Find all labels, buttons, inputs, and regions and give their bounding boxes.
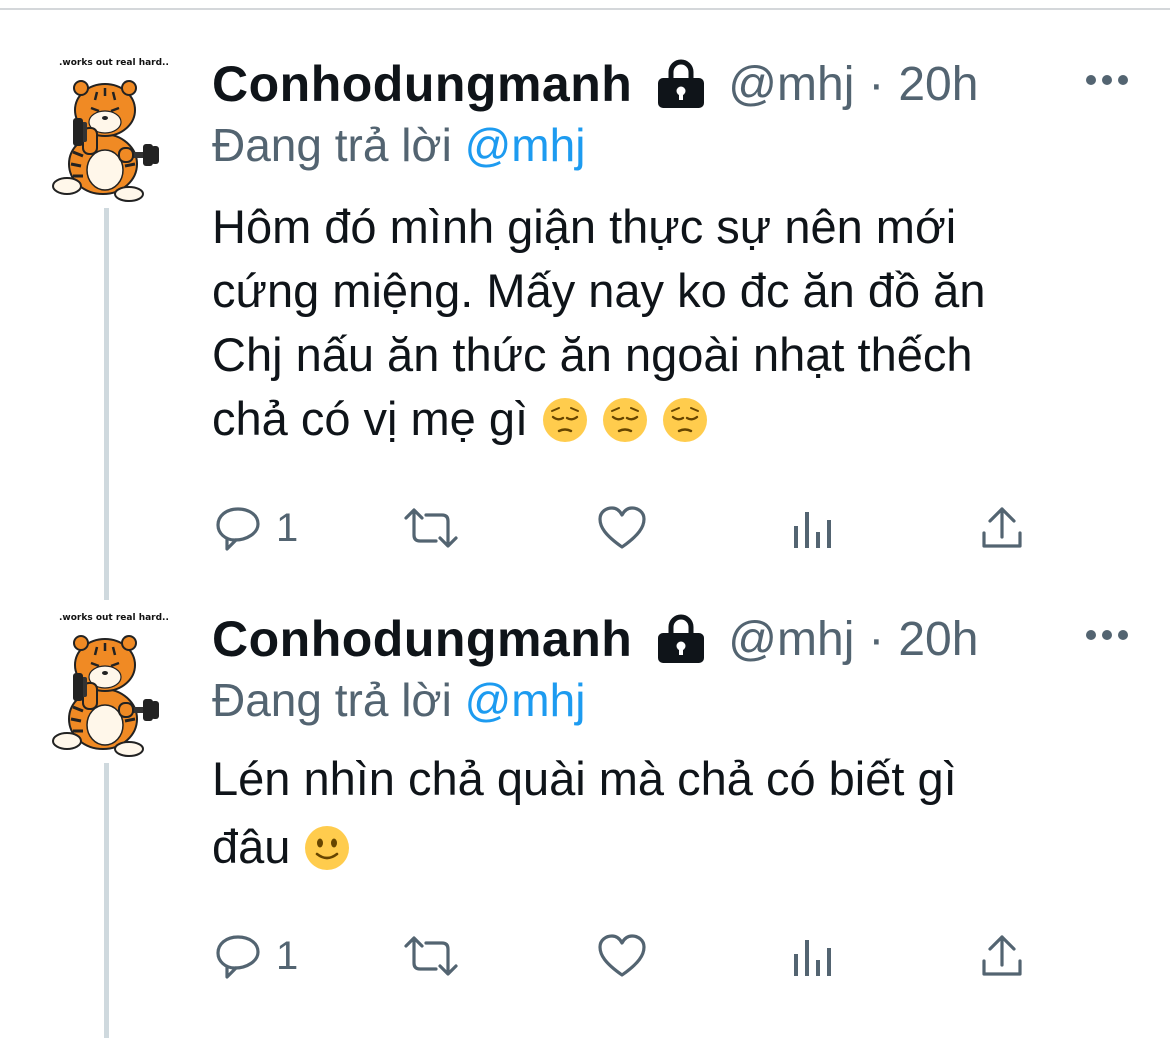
more-options-icon[interactable] (1085, 72, 1129, 88)
retweet-button[interactable] (402, 930, 460, 982)
action-bar: 1 (212, 930, 1112, 982)
pensive-face-emoji (662, 395, 708, 442)
more-options-icon[interactable] (1085, 627, 1129, 643)
tiger-avatar-image (52, 80, 159, 202)
display-name[interactable]: Conhodungmanh (212, 55, 632, 113)
replying-to: Đang trả lời @mhj (212, 118, 585, 172)
pensive-face-emoji (542, 395, 588, 442)
reply-count: 1 (276, 505, 299, 550)
share-icon (982, 507, 1022, 548)
tweet-header: Conhodungmanh @mhj · 20h (212, 54, 978, 114)
share-button[interactable] (980, 502, 1024, 554)
handle[interactable]: @mhj (728, 612, 854, 667)
replying-to: Đang trả lời @mhj (212, 673, 585, 727)
handle[interactable]: @mhj (728, 57, 854, 112)
action-bar: 1 (212, 502, 1112, 554)
heart-icon (598, 506, 646, 549)
share-icon (982, 935, 1022, 976)
retweet-icon (404, 936, 458, 976)
replying-to-label: Đang trả lời (212, 674, 452, 726)
analytics-icon (794, 512, 831, 548)
timestamp[interactable]: 20h (898, 612, 978, 667)
replying-to-mention[interactable]: @mhj (465, 674, 586, 726)
tweet-text: Lén nhìn chả quài mà chả có biết gì đâu (212, 745, 1132, 881)
top-divider (0, 0, 1170, 10)
heart-icon (598, 934, 646, 977)
reply-icon (216, 935, 260, 979)
thread-connector-line (104, 763, 109, 1038)
tiger-avatar-image (52, 635, 159, 757)
separator-dot: · (868, 612, 885, 666)
retweet-button[interactable] (402, 502, 460, 554)
analytics-icon (794, 940, 831, 976)
replying-to-label: Đang trả lời (212, 119, 452, 171)
analytics-button[interactable] (792, 930, 834, 982)
reply-icon (216, 507, 260, 551)
tweet-text: Hôm đó mình giận thực sự nên mới cứng mi… (212, 195, 1132, 451)
avatar-caption: .works out real hard.. (59, 58, 169, 68)
avatar-caption: .works out real hard.. (59, 613, 169, 623)
lock-icon (656, 58, 706, 110)
like-button[interactable] (597, 502, 647, 554)
avatar[interactable]: .works out real hard.. (45, 607, 169, 757)
thread-connector-line (104, 208, 109, 600)
reply-count: 1 (276, 933, 299, 978)
tweet-header: Conhodungmanh @mhj · 20h (212, 609, 978, 669)
display-name[interactable]: Conhodungmanh (212, 610, 632, 668)
retweet-icon (404, 508, 458, 548)
share-button[interactable] (980, 930, 1024, 982)
tweet-text-content: Hôm đó mình giận thực sự nên mới cứng mi… (212, 200, 986, 445)
pensive-face-emoji (602, 395, 648, 442)
reply-button[interactable]: 1 (214, 502, 298, 554)
lock-icon (656, 613, 706, 665)
reply-button[interactable]: 1 (214, 930, 298, 982)
avatar[interactable]: .works out real hard.. (45, 52, 169, 202)
separator-dot: · (868, 57, 885, 111)
replying-to-mention[interactable]: @mhj (465, 119, 586, 171)
like-button[interactable] (597, 930, 647, 982)
timestamp[interactable]: 20h (898, 57, 978, 112)
analytics-button[interactable] (792, 502, 834, 554)
slightly-smiling-face-emoji (304, 821, 350, 870)
